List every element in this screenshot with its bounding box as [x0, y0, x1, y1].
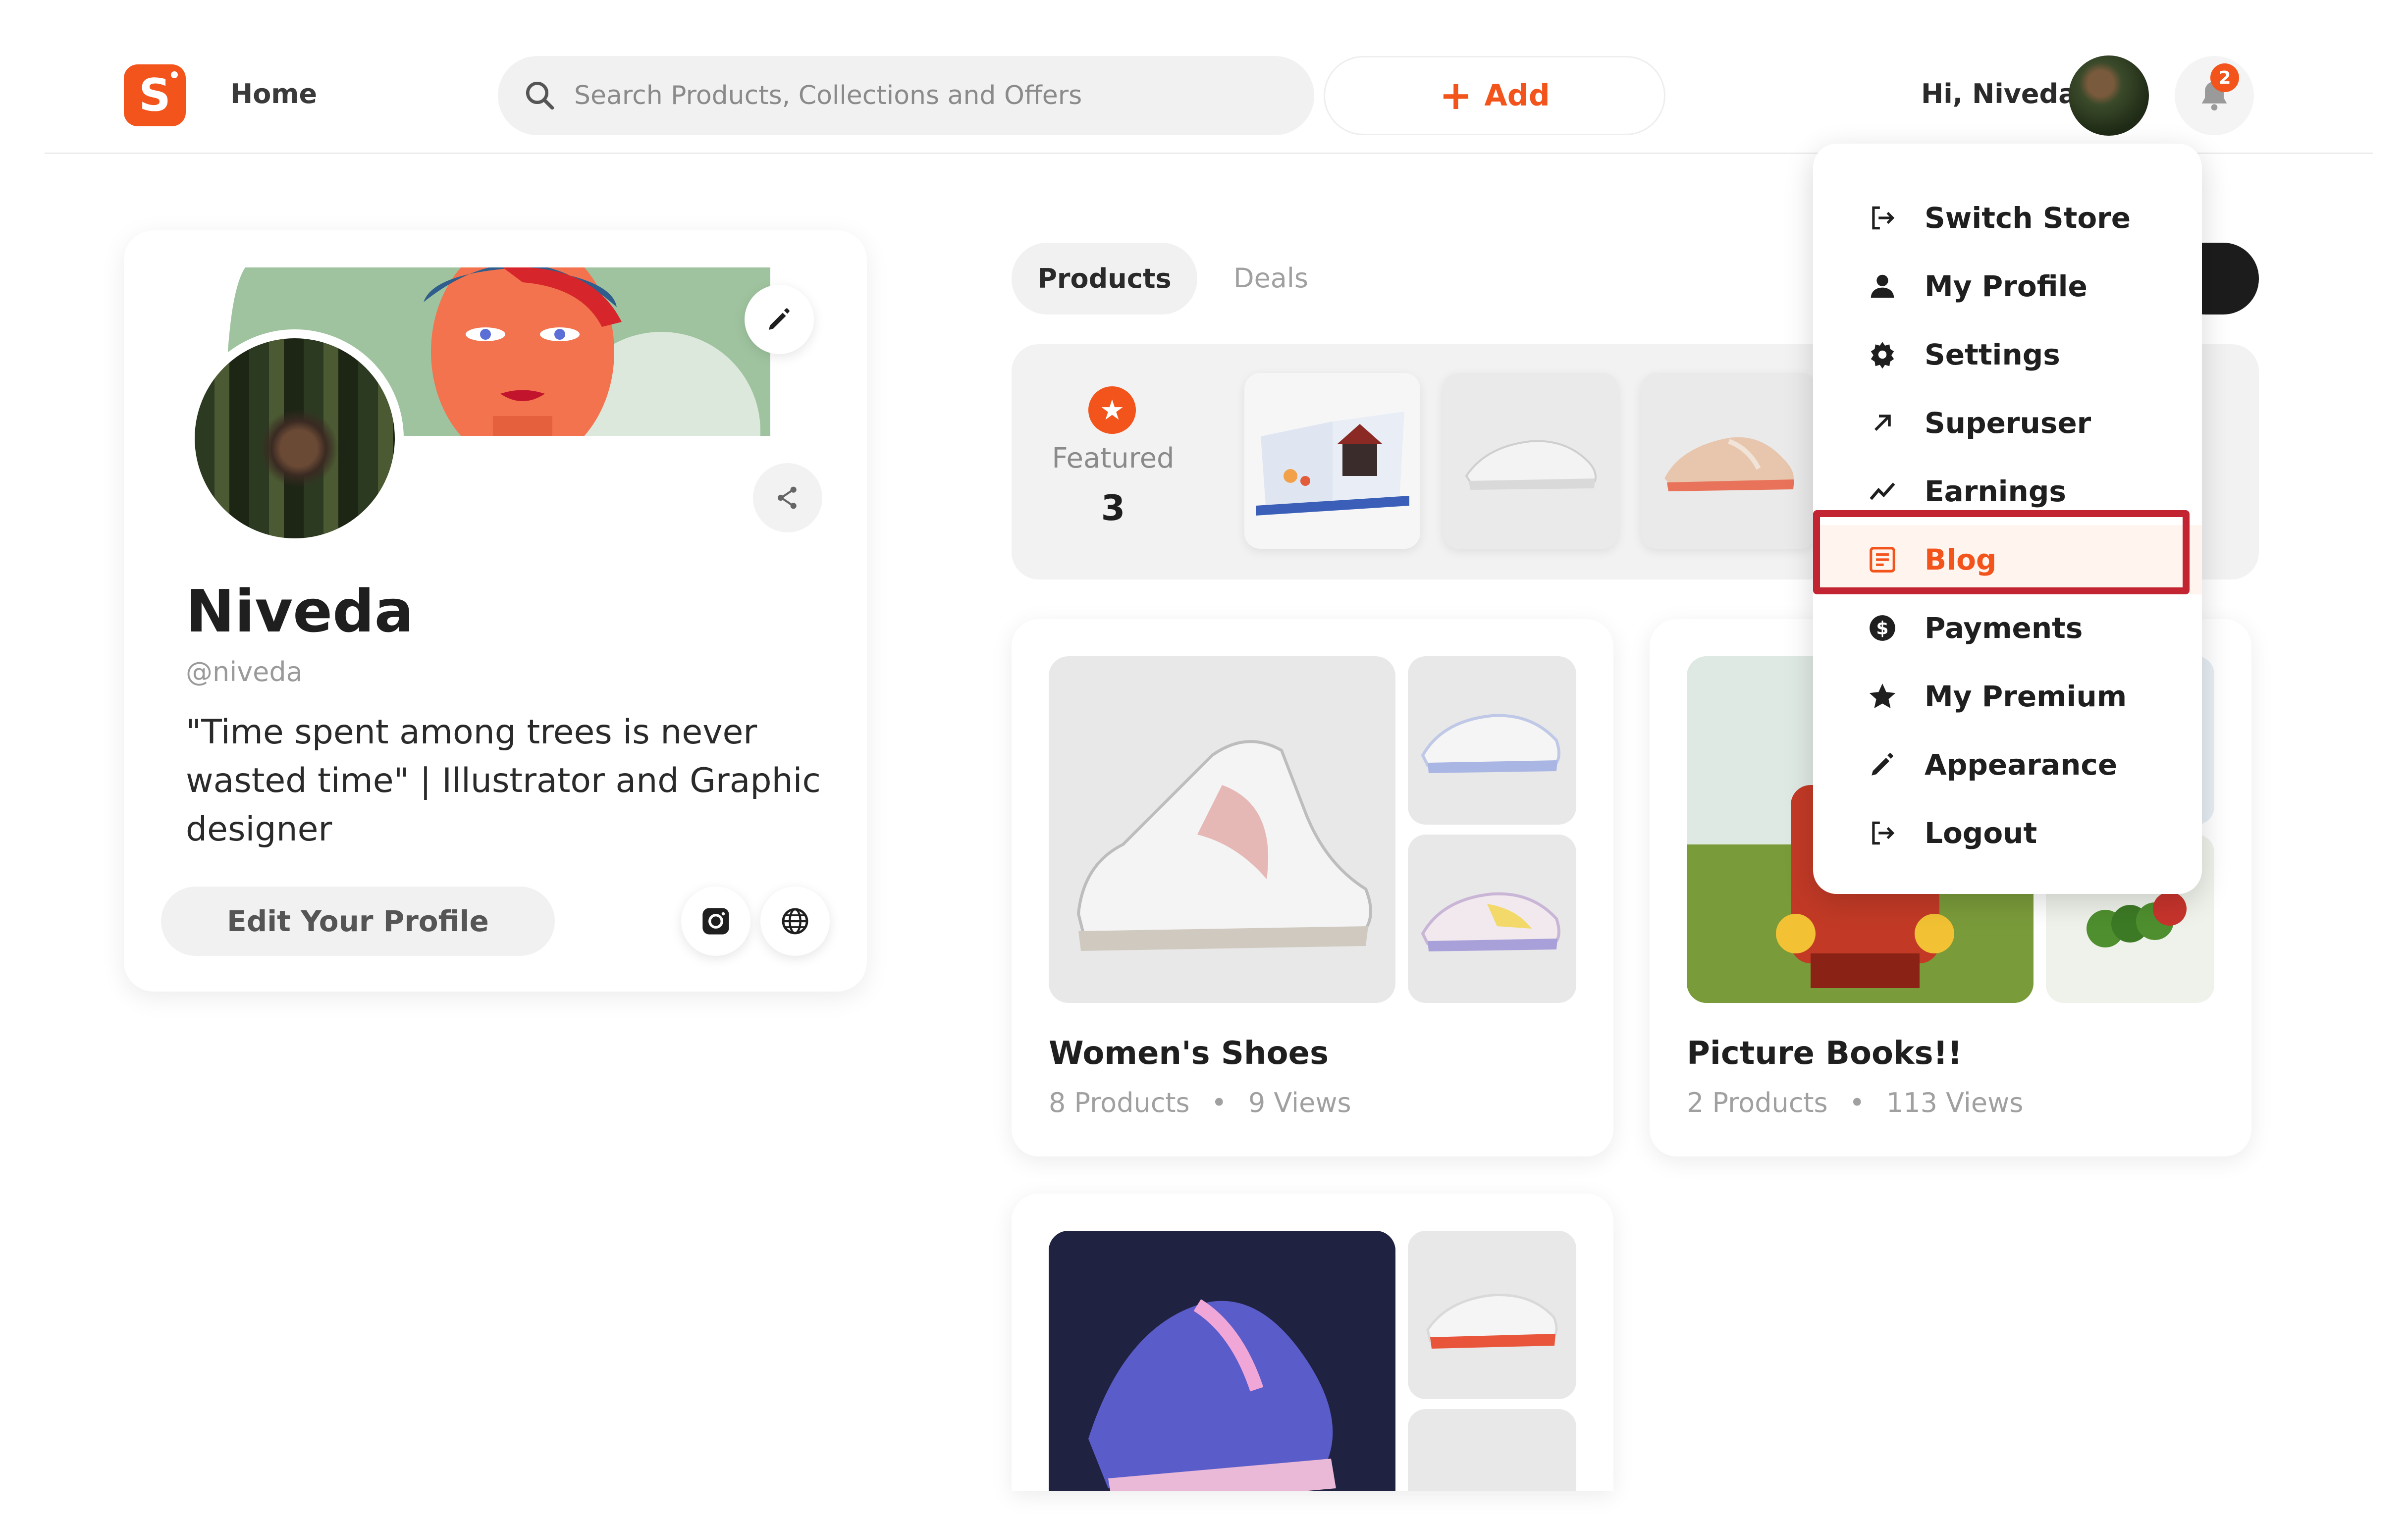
featured-label: Featured — [1052, 442, 1175, 474]
menu-item-label: Appearance — [1925, 748, 2118, 782]
share-icon — [777, 486, 797, 509]
menu-item-label: Payments — [1925, 611, 2083, 645]
profile-photo — [195, 338, 395, 538]
profile-avatar[interactable] — [186, 329, 404, 547]
svg-text:$: $ — [1876, 618, 1888, 639]
edit-profile-button[interactable]: Edit Your Profile — [161, 887, 555, 956]
collection-view-count: 9 Views — [1248, 1087, 1351, 1118]
menu-item-switch-store[interactable]: Switch Store — [1813, 183, 2202, 253]
collection-title: Women's Shoes — [1049, 1035, 1329, 1072]
profile-bio: "Time spent among trees is never wasted … — [186, 713, 821, 849]
dollar-icon: $ — [1865, 611, 1900, 645]
collection-main-image — [1049, 1231, 1395, 1491]
menu-item-payments[interactable]: $ Payments — [1813, 593, 2202, 663]
edit-cover-button[interactable] — [745, 285, 814, 354]
pencil-icon — [1865, 747, 1900, 782]
search-icon — [526, 81, 554, 110]
featured-product-tan-sneaker[interactable] — [1641, 373, 1817, 549]
user-icon — [1865, 269, 1900, 304]
collection-side-image-1 — [1408, 1231, 1576, 1399]
add-button-label: Add — [1484, 78, 1550, 113]
star-icon — [1865, 679, 1900, 714]
profile-card: Niveda @niveda "Time spent among trees i… — [124, 230, 867, 992]
globe-icon — [782, 908, 808, 935]
menu-item-label: Earnings — [1925, 474, 2066, 508]
collection-meta: 8 Products • 9 Views — [1049, 1087, 1351, 1118]
home-link[interactable]: Home — [230, 78, 317, 109]
collection-card-sneakers[interactable] — [1012, 1194, 1613, 1491]
add-button[interactable]: + Add — [1324, 56, 1665, 135]
featured-product-white-sneaker[interactable] — [1443, 373, 1618, 549]
top-header: S Home + Add Hi, Niveda 2 — [0, 0, 2408, 154]
meta-separator: • — [1849, 1087, 1865, 1118]
blog-highlight-annotation — [1813, 510, 2190, 594]
menu-item-label: Switch Store — [1925, 201, 2131, 235]
menu-item-superuser[interactable]: Superuser — [1813, 388, 2202, 458]
collection-main-image — [1049, 656, 1395, 1003]
search-input[interactable] — [574, 81, 1268, 110]
collection-side-image-2 — [1408, 1409, 1576, 1491]
logo-letter: S — [139, 69, 171, 121]
menu-item-label: Superuser — [1925, 406, 2091, 440]
profile-name: Niveda — [186, 577, 414, 645]
menu-item-settings[interactable]: Settings — [1813, 320, 2202, 389]
menu-item-appearance[interactable]: Appearance — [1813, 730, 2202, 799]
search-bar[interactable] — [498, 56, 1314, 135]
logo-dot — [171, 71, 178, 78]
menu-item-my-profile[interactable]: My Profile — [1813, 252, 2202, 321]
tab-deals[interactable]: Deals — [1233, 262, 1308, 294]
menu-item-label: My Profile — [1925, 269, 2087, 303]
menu-item-label: Settings — [1925, 338, 2060, 371]
featured-count: 3 — [1101, 488, 1125, 528]
collection-side-image-2 — [1408, 835, 1576, 1003]
collection-product-count: 8 Products — [1049, 1087, 1190, 1118]
menu-item-logout[interactable]: Logout — [1813, 798, 2202, 868]
menu-item-label: Logout — [1925, 816, 2037, 850]
gear-icon — [1865, 337, 1900, 372]
featured-product-book[interactable] — [1244, 373, 1420, 549]
star-icon: ★ — [1088, 386, 1136, 434]
instagram-button[interactable] — [681, 887, 750, 956]
switch-icon — [1865, 201, 1900, 235]
share-button[interactable] — [753, 463, 822, 532]
logout-icon — [1865, 816, 1900, 850]
meta-separator: • — [1211, 1087, 1227, 1118]
store-logo[interactable]: S — [124, 64, 186, 126]
menu-item-label: My Premium — [1925, 680, 2127, 713]
instagram-icon — [702, 908, 729, 935]
pencil-icon — [769, 308, 790, 330]
plus-icon: + — [1439, 72, 1473, 118]
user-greeting: Hi, Niveda — [1921, 78, 2077, 109]
user-avatar[interactable] — [2069, 55, 2149, 136]
arrow-up-right-icon — [1865, 406, 1900, 440]
collection-meta: 2 Products • 113 Views — [1687, 1087, 2023, 1118]
collection-card-womens-shoes[interactable]: Women's Shoes 8 Products • 9 Views — [1012, 619, 1613, 1156]
notification-badge: 2 — [2210, 63, 2239, 92]
collection-view-count: 113 Views — [1886, 1087, 2024, 1118]
trend-icon — [1865, 474, 1900, 509]
collection-side-image-1 — [1408, 656, 1576, 825]
collection-title: Picture Books!! — [1687, 1035, 1962, 1072]
website-button[interactable] — [760, 887, 830, 956]
menu-item-my-premium[interactable]: My Premium — [1813, 662, 2202, 731]
tab-products[interactable]: Products — [1012, 243, 1197, 315]
profile-handle: @niveda — [186, 656, 303, 687]
collection-product-count: 2 Products — [1687, 1087, 1828, 1118]
